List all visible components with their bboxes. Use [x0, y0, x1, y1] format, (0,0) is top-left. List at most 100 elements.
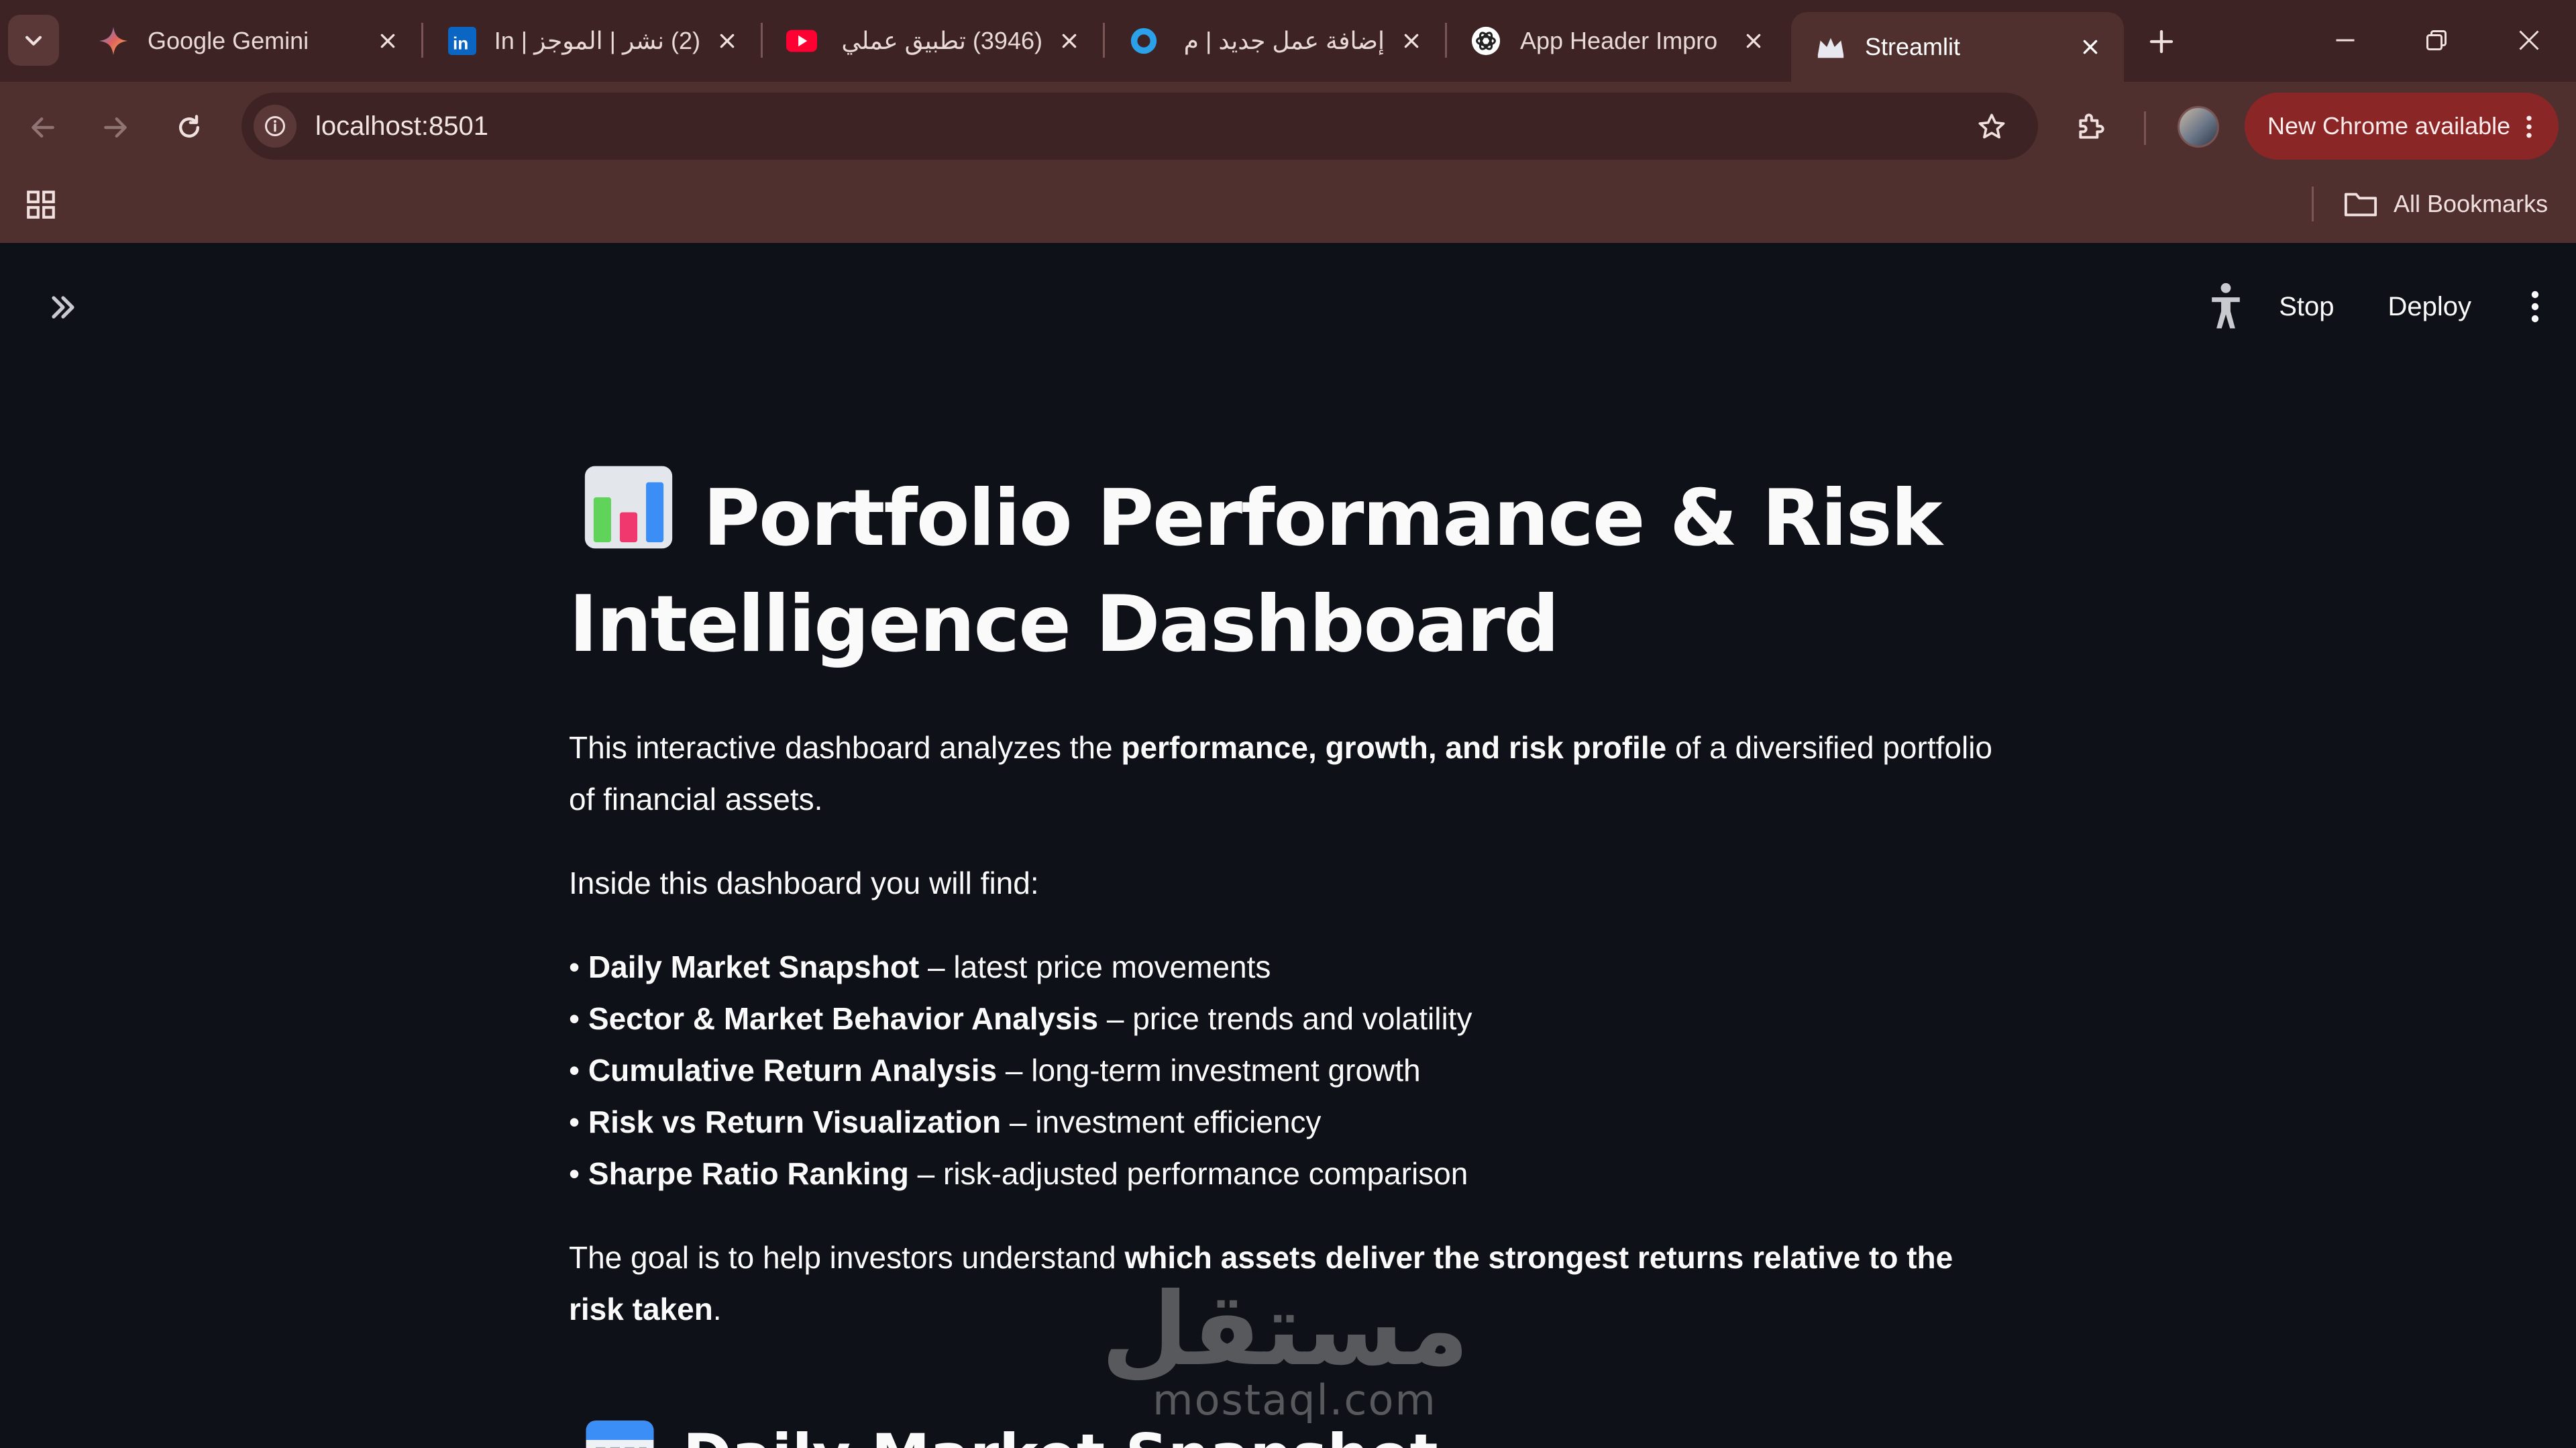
- feature-name: Sector & Market Behavior Analysis: [588, 1001, 1099, 1036]
- all-bookmarks-label: All Bookmarks: [2394, 190, 2548, 217]
- expand-sidebar-button[interactable]: [44, 289, 82, 326]
- close-icon[interactable]: [1055, 26, 1084, 56]
- minimize-button[interactable]: [2314, 13, 2376, 67]
- bookmarks-bar: All Bookmarks: [0, 173, 2576, 243]
- close-icon[interactable]: [712, 26, 742, 56]
- watermark-latin: mostaql.com: [1152, 1376, 1437, 1425]
- feature-name: Sharpe Ratio Ranking: [588, 1156, 909, 1191]
- bullet: •: [569, 1156, 588, 1191]
- restore-button[interactable]: [2406, 13, 2467, 67]
- close-window-button[interactable]: [2498, 13, 2560, 67]
- feature-desc: – long-term investment growth: [997, 1053, 1421, 1088]
- list-item: • Sector & Market Behavior Analysis – pr…: [569, 993, 2011, 1045]
- tab-title: (2) نشر | الموجز | In: [496, 27, 700, 54]
- feature-list: • Daily Market Snapshot – latest price m…: [569, 941, 2011, 1200]
- profile-avatar[interactable]: [2178, 106, 2219, 148]
- browser-chrome: Google Gemini in (2) نشر | الموجز | In (…: [0, 0, 2576, 243]
- streamlit-toolbar: Stop Deploy: [2202, 276, 2545, 337]
- list-item: • Daily Market Snapshot – latest price m…: [569, 941, 2011, 993]
- page-title-text: Portfolio Performance & Risk Intelligenc…: [569, 473, 1943, 670]
- feature-name: Daily Market Snapshot: [588, 949, 920, 984]
- apps-grid-icon[interactable]: [24, 188, 58, 221]
- bar-chart-emoji-icon: [584, 466, 673, 549]
- minimize-icon: [2336, 39, 2355, 42]
- more-vertical-icon: [2526, 115, 2532, 138]
- new-chrome-available-button[interactable]: New Chrome available: [2245, 93, 2559, 160]
- url-text[interactable]: localhost:8501: [315, 111, 488, 142]
- feature-desc: – risk-adjusted performance comparison: [908, 1156, 1468, 1191]
- bookmark-star-icon[interactable]: [1975, 110, 2008, 144]
- tab-title: App Header Impro: [1520, 27, 1718, 54]
- forward-button[interactable]: [94, 106, 137, 149]
- browser-toolbar: localhost:8501 New Chrome available: [0, 82, 2576, 173]
- circle-icon: [1128, 25, 1159, 56]
- double-chevron-right-icon: [52, 296, 74, 319]
- bullet: •: [569, 1104, 588, 1139]
- inside-paragraph: Inside this dashboard you will find:: [569, 866, 1039, 900]
- address-bar[interactable]: localhost:8501: [241, 93, 2038, 160]
- tab-title: Streamlit: [1865, 33, 1961, 60]
- stop-button[interactable]: Stop: [2279, 292, 2334, 322]
- list-item: • Risk vs Return Visualization – investm…: [569, 1096, 2011, 1148]
- arrow-right-icon: [104, 117, 127, 138]
- site-info-icon[interactable]: [254, 105, 297, 148]
- feature-name: Risk vs Return Visualization: [588, 1104, 1002, 1139]
- tab-chatgpt[interactable]: App Header Impro: [1446, 0, 1787, 82]
- close-icon[interactable]: [1397, 26, 1426, 56]
- bookmarks-divider: [2312, 187, 2314, 221]
- bullet: •: [569, 1001, 588, 1036]
- back-button[interactable]: [21, 106, 64, 149]
- reload-button[interactable]: [168, 106, 211, 149]
- new-tab-button[interactable]: [2141, 21, 2182, 62]
- streamlit-crown-icon: [1815, 32, 1846, 62]
- chevron-down-icon: [25, 36, 42, 46]
- tab-streamlit[interactable]: Streamlit: [1791, 12, 2124, 82]
- all-bookmarks-button[interactable]: All Bookmarks: [2344, 184, 2548, 224]
- plus-icon: [2149, 30, 2174, 54]
- update-label: New Chrome available: [2267, 112, 2511, 140]
- toolbar-divider: [2144, 111, 2146, 145]
- deploy-button[interactable]: Deploy: [2387, 292, 2471, 322]
- bullet: •: [569, 1053, 588, 1088]
- tab-youtube[interactable]: (3946) تطبيق عملي: [762, 0, 1103, 82]
- folder-icon: [2344, 193, 2377, 217]
- close-icon[interactable]: [2076, 32, 2105, 62]
- goal-text-end: .: [712, 1292, 722, 1327]
- feature-desc: – latest price movements: [919, 949, 1271, 984]
- close-icon[interactable]: [1739, 26, 1768, 56]
- youtube-icon: [786, 25, 817, 56]
- svg-text:in: in: [453, 33, 468, 53]
- feature-desc: – investment efficiency: [1001, 1104, 1322, 1139]
- chatgpt-icon: [1470, 25, 1501, 56]
- intro-text: This interactive dashboard analyzes the: [569, 730, 1122, 765]
- bullet: •: [569, 949, 588, 984]
- extensions-icon[interactable]: [2070, 105, 2113, 148]
- tab-title: Google Gemini: [148, 27, 309, 54]
- intro-paragraph: This interactive dashboard analyzes the …: [569, 722, 2011, 825]
- watermark-arabic: مستقل: [1101, 1272, 1469, 1388]
- goal-text: The goal is to help investors understand: [569, 1240, 1125, 1275]
- arrow-left-icon: [32, 117, 54, 138]
- tab-linkedin[interactable]: in (2) نشر | الموجز | In: [423, 0, 761, 82]
- main-menu-button[interactable]: [2525, 287, 2545, 327]
- section-heading-text: Daily Market Snapshot: [683, 1421, 1438, 1448]
- list-item: • Sharpe Ratio Ranking – risk-adjusted p…: [569, 1148, 2011, 1200]
- linkedin-icon: in: [447, 25, 478, 56]
- feature-name: Cumulative Return Analysis: [588, 1053, 998, 1088]
- running-man-icon: [2202, 280, 2249, 333]
- mostaql-watermark: مستقل mostaql.com: [1101, 1272, 1469, 1425]
- gemini-icon: [98, 25, 129, 56]
- tab-search-button[interactable]: [8, 15, 59, 66]
- tab-google-gemini[interactable]: Google Gemini: [74, 0, 421, 82]
- list-item: • Cumulative Return Analysis – long-term…: [569, 1045, 2011, 1096]
- close-icon[interactable]: [373, 26, 402, 56]
- tab-strip: Google Gemini in (2) نشر | الموجز | In (…: [0, 0, 2576, 82]
- page-title: Portfolio Performance & Risk Intelligenc…: [569, 464, 2011, 678]
- streamlit-app: Stop Deploy Portfolio Performance & Risk…: [0, 243, 2576, 1448]
- tab-title: (3946) تطبيق عملي: [841, 27, 1042, 54]
- calendar-emoji-icon: [586, 1420, 654, 1448]
- tab-mostaql[interactable]: إضافة عمل جديد | م: [1104, 0, 1445, 82]
- close-icon: [2519, 30, 2539, 50]
- intro-bold-text: performance, growth, and risk profile: [1121, 730, 1667, 765]
- tab-title: إضافة عمل جديد | م: [1183, 27, 1385, 54]
